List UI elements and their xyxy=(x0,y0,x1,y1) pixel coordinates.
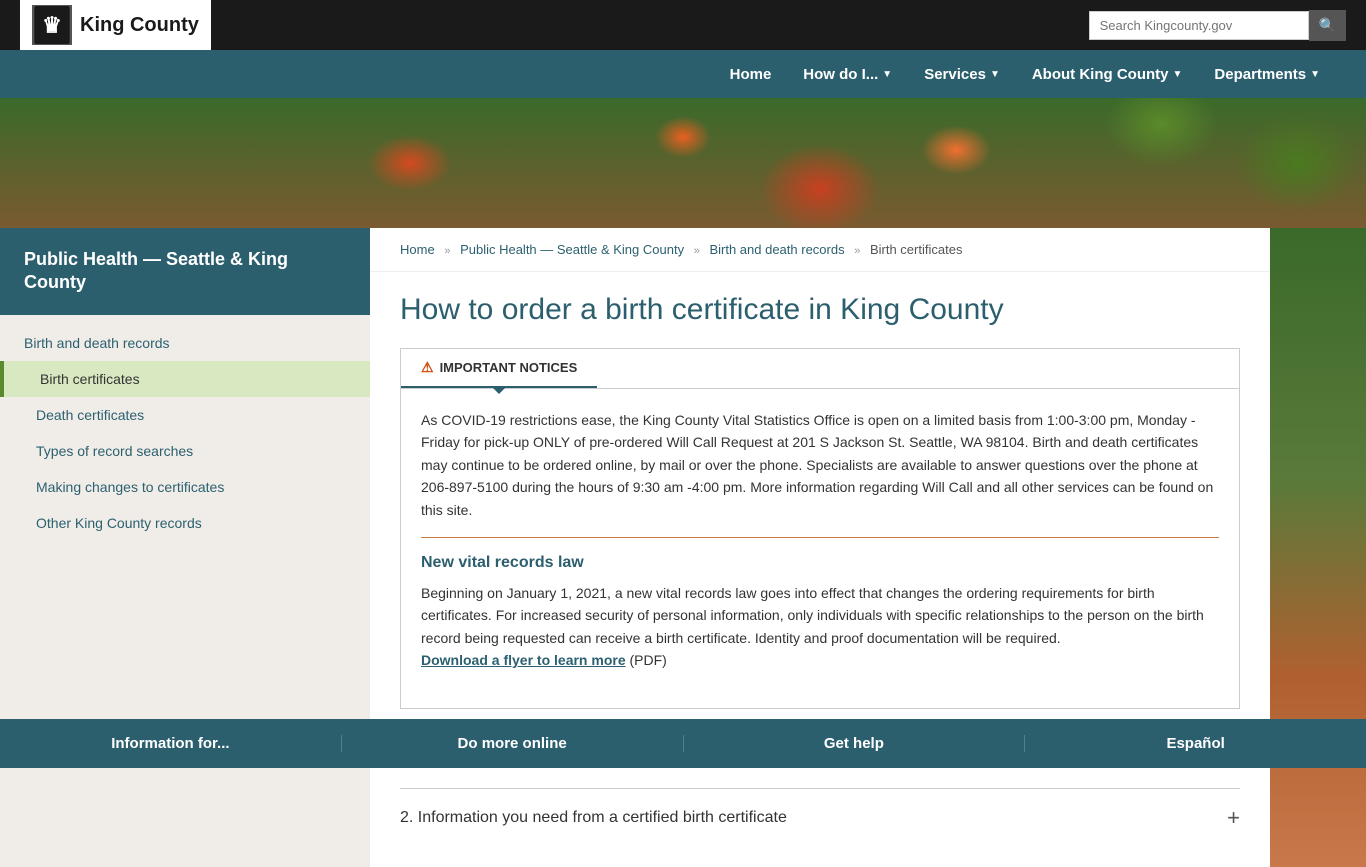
footer-col-4[interactable]: Español xyxy=(1025,735,1366,752)
nav-services[interactable]: Services ▼ xyxy=(908,50,1016,98)
chevron-down-icon: ▼ xyxy=(1310,69,1320,80)
sidebar-link-birth-certs[interactable]: Birth certificates xyxy=(4,361,370,397)
page-content: How to order a birth certificate in King… xyxy=(370,272,1270,867)
breadcrumb-current: Birth certificates xyxy=(870,242,962,257)
new-law-body-text: Beginning on January 1, 2021, a new vita… xyxy=(421,585,1204,646)
notices-tab-label: IMPORTANT NOTICES xyxy=(440,360,578,375)
hero-image xyxy=(0,98,1366,228)
breadcrumb-sep-2: » xyxy=(694,245,700,257)
chevron-down-icon: ▼ xyxy=(882,69,892,80)
top-bar: ♛ King County 🔍 xyxy=(0,0,1366,50)
search-button[interactable]: 🔍 xyxy=(1309,10,1346,41)
nav-home[interactable]: Home xyxy=(714,50,788,98)
nav-about[interactable]: About King County ▼ xyxy=(1016,50,1199,98)
search-area: 🔍 xyxy=(1089,10,1346,41)
breadcrumb-home[interactable]: Home xyxy=(400,242,435,257)
sidebar-item-birth-certs[interactable]: Birth certificates xyxy=(0,361,370,397)
footer-col-3[interactable]: Get help xyxy=(684,735,1026,752)
sidebar: Public Health — Seattle & King County Bi… xyxy=(0,228,370,867)
sidebar-link-other-records[interactable]: Other King County records xyxy=(0,505,370,541)
page-title: How to order a birth certificate in King… xyxy=(400,292,1240,328)
breadcrumb: Home » Public Health — Seattle & King Co… xyxy=(370,228,1270,272)
breadcrumb-sep-1: » xyxy=(444,245,450,257)
breadcrumb-birth-death[interactable]: Birth and death records xyxy=(709,242,844,257)
king-county-logo-icon: ♛ xyxy=(32,5,72,45)
notices-tab-button[interactable]: ⚠ IMPORTANT NOTICES xyxy=(401,349,597,388)
sidebar-link-record-searches[interactable]: Types of record searches xyxy=(0,433,370,469)
footer-col-4-label: Español xyxy=(1166,735,1224,752)
sidebar-link-making-changes[interactable]: Making changes to certificates xyxy=(0,469,370,505)
notices-tab-container: ⚠ IMPORTANT NOTICES As COVID-19 restrict… xyxy=(400,348,1240,709)
breadcrumb-sep-3: » xyxy=(854,245,860,257)
warning-icon: ⚠ xyxy=(421,359,434,376)
footer-col-2[interactable]: Do more online xyxy=(342,735,684,752)
main-layout: Public Health — Seattle & King County Bi… xyxy=(0,228,1366,867)
chevron-down-icon: ▼ xyxy=(1172,69,1182,80)
sidebar-item-birth-death[interactable]: Birth and death records xyxy=(0,325,370,361)
logo-area: ♛ King County xyxy=(20,0,211,50)
sidebar-link-birth-death[interactable]: Birth and death records xyxy=(0,325,370,361)
right-decorative-strip xyxy=(1270,228,1366,867)
download-suffix: (PDF) xyxy=(630,652,667,668)
download-link[interactable]: Download a flyer to learn more xyxy=(421,652,626,668)
logo-text: King County xyxy=(80,13,199,37)
notices-tab-header: ⚠ IMPORTANT NOTICES xyxy=(401,349,1239,388)
nav-how-do-i[interactable]: How do I... ▼ xyxy=(787,50,908,98)
sidebar-item-other-records[interactable]: Other King County records xyxy=(0,505,370,541)
new-law-body: Beginning on January 1, 2021, a new vita… xyxy=(421,582,1219,672)
sidebar-item-death-certs[interactable]: Death certificates xyxy=(0,397,370,433)
sidebar-nav: Birth and death records Birth certificat… xyxy=(0,315,370,551)
nav-departments[interactable]: Departments ▼ xyxy=(1198,50,1336,98)
footer-col-1[interactable]: Information for... xyxy=(0,735,342,752)
accordion-expand-icon-2: + xyxy=(1227,805,1240,831)
main-nav: Home How do I... ▼ Services ▼ About King… xyxy=(0,50,1366,98)
sidebar-item-making-changes[interactable]: Making changes to certificates xyxy=(0,469,370,505)
download-link-text: Download a flyer to learn more xyxy=(421,652,626,668)
footer: Information for... Do more online Get he… xyxy=(0,719,1366,768)
content-area: Home » Public Health — Seattle & King Co… xyxy=(370,228,1270,867)
accordion-title-2: 2. Information you need from a certified… xyxy=(400,809,787,827)
search-input[interactable] xyxy=(1089,11,1309,40)
footer-col-3-label: Get help xyxy=(824,735,884,752)
sidebar-link-death-certs[interactable]: Death certificates xyxy=(0,397,370,433)
accordion-item-2[interactable]: 2. Information you need from a certified… xyxy=(400,788,1240,847)
sidebar-title: Public Health — Seattle & King County xyxy=(0,228,370,315)
notices-body-text: As COVID-19 restrictions ease, the King … xyxy=(421,409,1219,521)
sidebar-item-record-searches[interactable]: Types of record searches xyxy=(0,433,370,469)
notices-tab-body: As COVID-19 restrictions ease, the King … xyxy=(401,388,1239,708)
footer-col-2-label: Do more online xyxy=(458,735,567,752)
notices-divider xyxy=(421,537,1219,538)
chevron-down-icon: ▼ xyxy=(990,69,1000,80)
breadcrumb-public-health[interactable]: Public Health — Seattle & King County xyxy=(460,242,684,257)
new-law-title: New vital records law xyxy=(421,554,1219,572)
footer-col-1-label: Information for... xyxy=(111,735,229,752)
svg-text:♛: ♛ xyxy=(42,13,62,38)
